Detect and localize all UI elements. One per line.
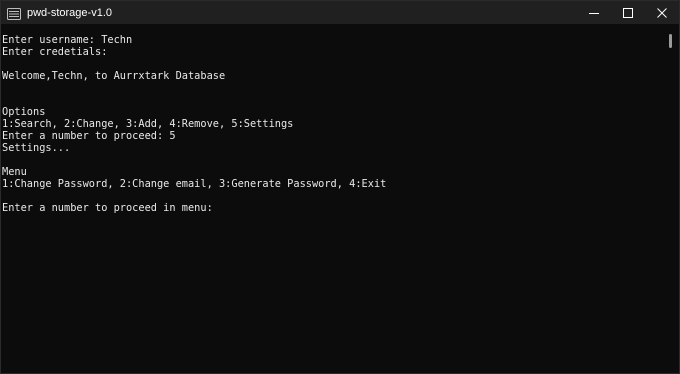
maximize-button[interactable]	[613, 1, 643, 24]
console-line: Welcome,Techn, to Aurrxtark Database	[2, 70, 226, 82]
console-window: pwd-storage-v1.0 Enter username: Techn E…	[0, 0, 680, 374]
console-line: Enter username: Techn	[2, 34, 133, 46]
maximize-icon	[623, 7, 633, 18]
minimize-icon	[589, 8, 599, 18]
console-output[interactable]: Enter username: Techn Enter credetials: …	[2, 34, 662, 214]
console-line: Settings...	[2, 142, 71, 154]
console-line: Options	[2, 106, 46, 118]
window-title: pwd-storage-v1.0	[27, 6, 112, 19]
close-button[interactable]	[647, 1, 677, 24]
console-line: Menu	[2, 166, 27, 178]
console-prompt-line[interactable]: Enter a number to proceed in menu:	[2, 202, 662, 214]
console-line: 1:Search, 2:Change, 3:Add, 4:Remove, 5:S…	[2, 118, 294, 130]
scroll-thumb[interactable]	[669, 34, 672, 48]
window-controls	[575, 1, 679, 24]
console-line: Enter credetials:	[2, 46, 108, 58]
console-line: Enter a number to proceed: 5	[2, 130, 176, 142]
terminal-icon	[7, 7, 21, 20]
console-line: 1:Change Password, 2:Change email, 3:Gen…	[2, 178, 387, 190]
title-bar[interactable]: pwd-storage-v1.0	[1, 1, 679, 24]
minimize-button[interactable]	[579, 1, 609, 24]
vertical-scrollbar[interactable]	[669, 34, 672, 339]
close-icon	[657, 7, 667, 18]
